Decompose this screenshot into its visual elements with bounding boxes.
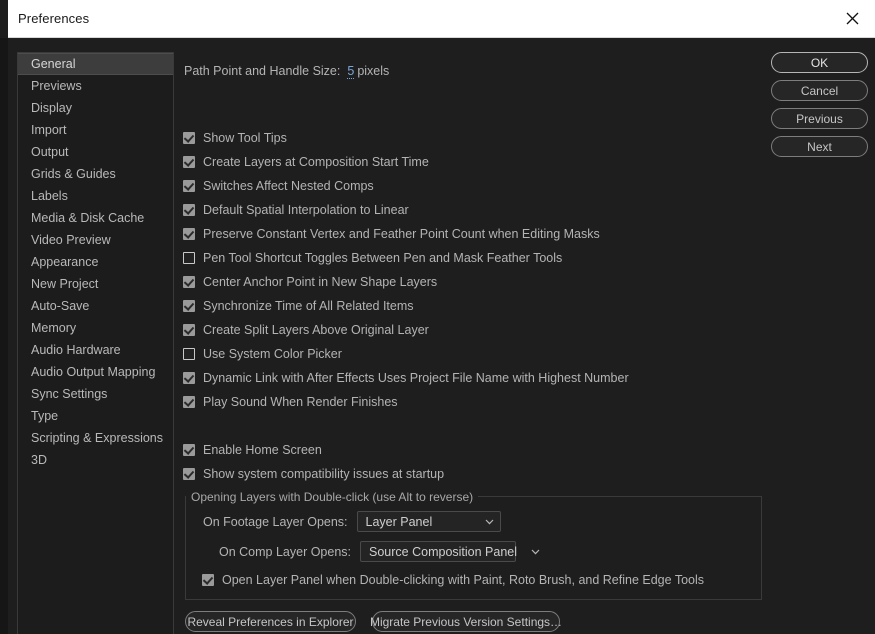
- footage-layer-opens-value: Layer Panel: [366, 515, 433, 529]
- previous-button[interactable]: Previous: [771, 108, 868, 129]
- title-bar: Preferences: [8, 0, 875, 38]
- checkbox-checked-icon[interactable]: [183, 204, 195, 216]
- sidebar-item-media-disk-cache[interactable]: Media & Disk Cache: [18, 207, 173, 229]
- comp-layer-opens-dropdown[interactable]: Source Composition Panel: [360, 541, 516, 562]
- sidebar-item-new-project[interactable]: New Project: [18, 273, 173, 295]
- checkbox-unchecked-icon[interactable]: [183, 348, 195, 360]
- checkbox-label: Default Spatial Interpolation to Linear: [203, 203, 409, 217]
- checkbox-label: Pen Tool Shortcut Toggles Between Pen an…: [203, 251, 562, 265]
- open-layer-panel-label: Open Layer Panel when Double-clicking wi…: [222, 573, 704, 587]
- migrate-settings-button[interactable]: Migrate Previous Version Settings…: [372, 611, 560, 632]
- checkbox-label: Dynamic Link with After Effects Uses Pro…: [203, 371, 629, 385]
- preferences-category-list[interactable]: GeneralPreviewsDisplayImportOutputGrids …: [17, 52, 174, 634]
- sidebar-item-import[interactable]: Import: [18, 119, 173, 141]
- checkbox-unchecked-icon[interactable]: [183, 252, 195, 264]
- checkbox-row-3[interactable]: Default Spatial Interpolation to Linear: [183, 201, 409, 219]
- path-point-size-value[interactable]: 5: [347, 64, 354, 79]
- checkbox-checked-icon[interactable]: [183, 444, 195, 456]
- sidebar-item-3d[interactable]: 3D: [18, 449, 173, 471]
- checkbox-row-4[interactable]: Preserve Constant Vertex and Feather Poi…: [183, 225, 600, 243]
- checkbox-label: Switches Affect Nested Comps: [203, 179, 374, 193]
- path-point-size-row: Path Point and Handle Size: 5pixels: [184, 64, 389, 78]
- checkbox-row-9[interactable]: Use System Color Picker: [183, 345, 342, 363]
- chevron-down-icon: [517, 549, 540, 555]
- checkbox-row-1[interactable]: Create Layers at Composition Start Time: [183, 153, 429, 171]
- checkbox-checked-icon[interactable]: [183, 180, 195, 192]
- close-icon[interactable]: [829, 0, 875, 37]
- sidebar-item-appearance[interactable]: Appearance: [18, 251, 173, 273]
- checkbox-label: Create Split Layers Above Original Layer: [203, 323, 429, 337]
- preferences-main-pane: Path Point and Handle Size: 5pixels Show …: [174, 38, 875, 634]
- sidebar-item-audio-hardware[interactable]: Audio Hardware: [18, 339, 173, 361]
- checkbox-row-13[interactable]: Show system compatibility issues at star…: [183, 465, 444, 483]
- checkbox-label: Synchronize Time of All Related Items: [203, 299, 414, 313]
- path-point-size-label: Path Point and Handle Size:: [184, 64, 340, 78]
- checkbox-checked-icon[interactable]: [183, 228, 195, 240]
- checkbox-checked-icon[interactable]: [183, 468, 195, 480]
- checkbox-label: Enable Home Screen: [203, 443, 322, 457]
- next-button[interactable]: Next: [771, 136, 868, 157]
- footage-layer-opens-dropdown[interactable]: Layer Panel: [357, 511, 501, 532]
- checkbox-row-11[interactable]: Play Sound When Render Finishes: [183, 393, 398, 411]
- checkbox-checked-icon[interactable]: [183, 372, 195, 384]
- path-point-size-units: pixels: [357, 64, 389, 78]
- bottom-button-bar: Reveal Preferences in Explorer Migrate P…: [185, 611, 560, 632]
- sidebar-item-output[interactable]: Output: [18, 141, 173, 163]
- checkbox-row-7[interactable]: Synchronize Time of All Related Items: [183, 297, 414, 315]
- open-layer-panel-checkbox-row[interactable]: Open Layer Panel when Double-clicking wi…: [202, 571, 704, 589]
- comp-layer-opens-value: Source Composition Panel: [369, 545, 517, 559]
- checkbox-row-2[interactable]: Switches Affect Nested Comps: [183, 177, 374, 195]
- sidebar-item-labels[interactable]: Labels: [18, 185, 173, 207]
- ok-button[interactable]: OK: [771, 52, 868, 73]
- footage-layer-opens-row: On Footage Layer Opens: Layer Panel: [203, 511, 501, 532]
- sidebar-item-type[interactable]: Type: [18, 405, 173, 427]
- checkbox-checked-icon[interactable]: [183, 276, 195, 288]
- dialog-action-buttons: OK Cancel Previous Next: [771, 52, 871, 157]
- checkbox-row-12[interactable]: Enable Home Screen: [183, 441, 322, 459]
- checkbox-row-10[interactable]: Dynamic Link with After Effects Uses Pro…: [183, 369, 629, 387]
- sidebar-item-display[interactable]: Display: [18, 97, 173, 119]
- checkbox-checked-icon[interactable]: [183, 300, 195, 312]
- checkbox-row-8[interactable]: Create Split Layers Above Original Layer: [183, 321, 429, 339]
- checkbox-checked-icon[interactable]: [183, 396, 195, 408]
- comp-layer-opens-label: On Comp Layer Opens:: [219, 545, 351, 559]
- checkbox-label: Show Tool Tips: [203, 131, 287, 145]
- sidebar-item-auto-save[interactable]: Auto-Save: [18, 295, 173, 317]
- opening-layers-group-legend: Opening Layers with Double-click (use Al…: [186, 490, 478, 504]
- reveal-preferences-button[interactable]: Reveal Preferences in Explorer: [185, 611, 356, 632]
- checkbox-checked-icon[interactable]: [202, 574, 214, 586]
- checkbox-checked-icon[interactable]: [183, 156, 195, 168]
- sidebar-item-general[interactable]: General: [18, 53, 173, 75]
- checkbox-row-0[interactable]: Show Tool Tips: [183, 129, 287, 147]
- comp-layer-opens-row: On Comp Layer Opens: Source Composition …: [219, 541, 516, 562]
- checkbox-checked-icon[interactable]: [183, 132, 195, 144]
- preferences-dialog: Preferences GeneralPreviewsDisplayImport…: [0, 0, 875, 634]
- sidebar-item-grids-guides[interactable]: Grids & Guides: [18, 163, 173, 185]
- dialog-body: GeneralPreviewsDisplayImportOutputGrids …: [8, 38, 875, 634]
- checkbox-row-5[interactable]: Pen Tool Shortcut Toggles Between Pen an…: [183, 249, 562, 267]
- checkbox-label: Create Layers at Composition Start Time: [203, 155, 429, 169]
- sidebar-item-video-preview[interactable]: Video Preview: [18, 229, 173, 251]
- window-title: Preferences: [18, 11, 89, 26]
- checkbox-label: Center Anchor Point in New Shape Layers: [203, 275, 437, 289]
- checkbox-label: Play Sound When Render Finishes: [203, 395, 398, 409]
- checkbox-label: Use System Color Picker: [203, 347, 342, 361]
- sidebar-item-memory[interactable]: Memory: [18, 317, 173, 339]
- sidebar-item-previews[interactable]: Previews: [18, 75, 173, 97]
- checkbox-label: Preserve Constant Vertex and Feather Poi…: [203, 227, 600, 241]
- checkbox-label: Show system compatibility issues at star…: [203, 467, 444, 481]
- sidebar-item-audio-output-mapping[interactable]: Audio Output Mapping: [18, 361, 173, 383]
- sidebar-item-sync-settings[interactable]: Sync Settings: [18, 383, 173, 405]
- checkbox-row-6[interactable]: Center Anchor Point in New Shape Layers: [183, 273, 437, 291]
- left-gutter: [0, 38, 8, 634]
- cancel-button[interactable]: Cancel: [771, 80, 868, 101]
- checkbox-checked-icon[interactable]: [183, 324, 195, 336]
- chevron-down-icon: [471, 519, 494, 525]
- footage-layer-opens-label: On Footage Layer Opens:: [203, 515, 348, 529]
- sidebar-item-scripting-expressions[interactable]: Scripting & Expressions: [18, 427, 173, 449]
